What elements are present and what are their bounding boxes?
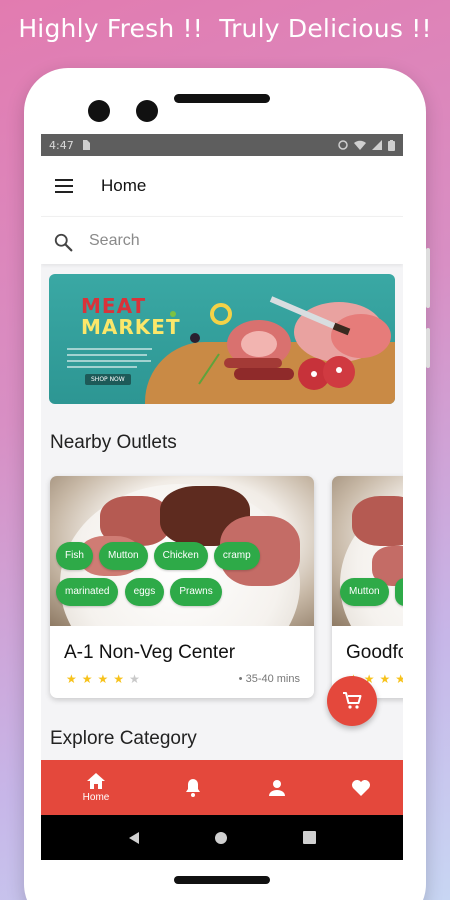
outlet-photo: Mutton — [332, 476, 403, 626]
app-bar: Home — [41, 156, 403, 216]
cart-button[interactable] — [327, 676, 377, 726]
app-screen: 4:47 Home MEAT MARKET SHOP NOW — [41, 134, 403, 860]
tag-chip[interactable]: eggs — [124, 578, 165, 606]
outlet-photo: Fish Mutton Chicken cramp marinated eggs… — [50, 476, 314, 626]
promo-tagline: Highly Fresh !! Truly Delicious !! — [18, 14, 432, 43]
promo-banner[interactable]: MEAT MARKET SHOP NOW — [49, 274, 395, 404]
tag-list: Fish Mutton Chicken cramp marinated eggs… — [56, 542, 306, 614]
volume-button — [426, 248, 430, 308]
outlet-card[interactable]: Fish Mutton Chicken cramp marinated eggs… — [50, 476, 314, 698]
tag-chip[interactable] — [394, 578, 403, 606]
meat-illustration — [170, 296, 391, 390]
star-filled-icon: ★ — [66, 672, 82, 686]
search-input[interactable] — [89, 231, 349, 250]
earpiece-speaker — [174, 94, 270, 103]
status-time: 4:47 — [49, 138, 74, 152]
home-circle-icon[interactable] — [214, 831, 228, 845]
star-filled-icon: ★ — [81, 672, 98, 686]
bell-icon — [186, 778, 200, 797]
power-button — [426, 328, 430, 368]
explore-category-heading: Explore Category — [50, 728, 197, 749]
tag-chip[interactable]: Mutton — [340, 578, 389, 606]
heart-icon — [352, 779, 370, 796]
front-camera — [88, 100, 110, 122]
outlet-name: A-1 Non-Veg Center — [64, 642, 236, 663]
wifi-icon — [354, 140, 366, 150]
home-indicator — [174, 876, 270, 884]
nav-home[interactable]: Home — [41, 772, 151, 803]
person-icon — [269, 779, 285, 796]
battery-icon — [388, 139, 395, 151]
tag-chip[interactable]: Fish — [56, 542, 93, 570]
outlets-carousel[interactable]: Fish Mutton Chicken cramp marinated eggs… — [41, 476, 403, 706]
home-icon — [87, 773, 105, 789]
shopping-cart-icon — [343, 692, 362, 709]
star-filled-icon: ★ — [97, 672, 114, 686]
recents-square-icon[interactable] — [302, 831, 316, 844]
tag-list: Mutton — [340, 578, 403, 614]
system-navigation-bar — [41, 815, 403, 860]
status-bar: 4:47 — [41, 134, 403, 156]
data-saver-icon — [338, 140, 348, 150]
star-empty-icon: ★ — [129, 672, 145, 686]
hamburger-menu-icon[interactable] — [55, 179, 73, 193]
outlet-card[interactable]: Mutton Goodfo ★★★★★ — [332, 476, 403, 698]
front-sensor — [136, 100, 158, 122]
star-filled-icon: ★ — [379, 672, 396, 686]
search-icon — [54, 233, 73, 251]
outlet-meta: ★★★★★ • 35-40 mins — [50, 664, 314, 686]
nearby-outlets-heading: Nearby Outlets — [50, 432, 177, 453]
star-filled-icon: ★ — [395, 672, 403, 686]
nav-notifications[interactable] — [151, 778, 235, 798]
delivery-time: • 35-40 mins — [238, 673, 300, 685]
star-filled-icon: ★ — [113, 672, 130, 686]
nav-favorites[interactable] — [319, 779, 403, 797]
outlet-name: Goodfo — [346, 642, 403, 663]
tag-chip[interactable]: marinated — [56, 578, 119, 606]
sim-card-icon — [82, 140, 90, 150]
tag-chip[interactable]: Chicken — [153, 542, 208, 570]
rating-stars: ★★★★★ — [66, 672, 145, 686]
nav-profile[interactable] — [235, 779, 319, 797]
search-bar[interactable] — [41, 216, 403, 264]
tag-chip[interactable]: Mutton — [99, 542, 148, 570]
tag-chip[interactable]: Prawns — [170, 578, 222, 606]
page-title: Home — [101, 176, 147, 195]
bottom-navigation: Home — [41, 760, 403, 815]
signal-icon — [372, 140, 382, 150]
tag-chip[interactable]: cramp — [213, 542, 260, 570]
back-triangle-icon[interactable] — [128, 831, 140, 845]
nav-home-label: Home — [82, 792, 110, 803]
